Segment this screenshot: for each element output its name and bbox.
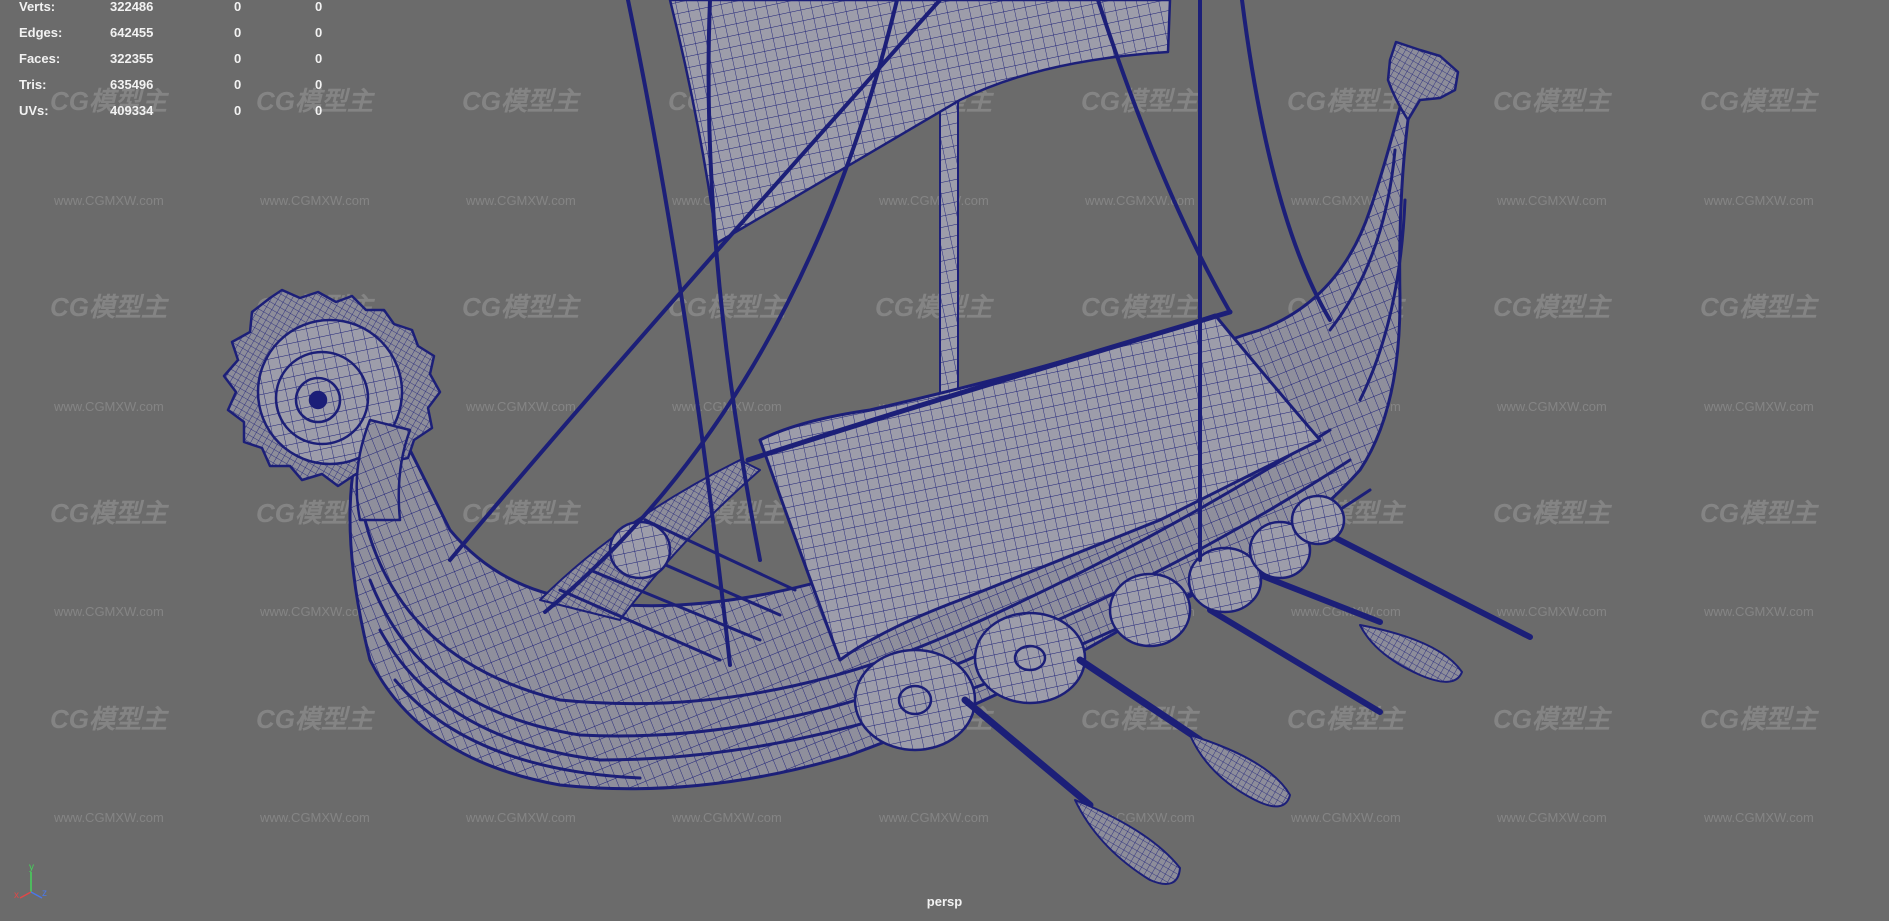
- hud-selected: 0: [234, 103, 242, 118]
- watermark-url: www.CGMXW.com: [53, 810, 164, 825]
- watermark-logo: CG模型主: [1700, 498, 1820, 528]
- watermark-url: www.CGMXW.com: [1496, 193, 1607, 208]
- watermark-url: www.CGMXW.com: [1703, 604, 1814, 619]
- watermark-url: www.CGMXW.com: [53, 399, 164, 414]
- watermark-url: www.CGMXW.com: [671, 810, 782, 825]
- watermark-url: www.CGMXW.com: [465, 810, 576, 825]
- watermark-url: www.CGMXW.com: [1703, 193, 1814, 208]
- hud-extra: 0: [315, 51, 323, 66]
- watermark-logo: CG模型主: [875, 292, 995, 322]
- watermark-logo: CG模型主: [256, 704, 376, 734]
- hud-total: 635496: [110, 77, 154, 92]
- watermark-logo: CG模型主: [1493, 86, 1613, 116]
- watermark-logo: CG模型主: [1700, 704, 1820, 734]
- watermark-url: www.CGMXW.com: [53, 193, 164, 208]
- watermark-logo: CG模型主: [50, 498, 170, 528]
- hud-total: 322486: [110, 0, 154, 14]
- watermark-logo: CG模型主: [1081, 292, 1201, 322]
- axis-y-label: y: [29, 862, 34, 873]
- hud-selected: 0: [234, 25, 242, 40]
- watermark-logo: CG模型主: [50, 292, 170, 322]
- watermark-logo: CG模型主: [1493, 498, 1613, 528]
- watermark-url: www.CGMXW.com: [1703, 399, 1814, 414]
- watermark-logo: CG模型主: [462, 86, 582, 116]
- watermark-url: www.CGMXW.com: [1290, 810, 1401, 825]
- hud-total: 322355: [110, 51, 154, 66]
- watermark-url: www.CGMXW.com: [1496, 399, 1607, 414]
- watermark-url: www.CGMXW.com: [1496, 810, 1607, 825]
- hud-extra: 0: [315, 77, 323, 92]
- watermark-logo: CG模型主: [50, 704, 170, 734]
- hud-total: 409334: [110, 103, 154, 118]
- watermark-url: www.CGMXW.com: [259, 604, 370, 619]
- watermark-url: www.CGMXW.com: [465, 193, 576, 208]
- watermark-url: www.CGMXW.com: [259, 810, 370, 825]
- hud-label: Faces:: [19, 51, 61, 66]
- watermark-logo: CG模型主: [462, 292, 582, 322]
- watermark-logo: CG模型主: [1700, 86, 1820, 116]
- oar-blade: [1189, 734, 1291, 808]
- watermark-url: www.CGMXW.com: [259, 193, 370, 208]
- hud-extra: 0: [315, 25, 323, 40]
- watermark-url: www.CGMXW.com: [1496, 604, 1607, 619]
- viking-ship-wireframe-model[interactable]: [222, 0, 1533, 885]
- hud-extra: 0: [315, 103, 323, 118]
- hud-selected: 0: [234, 51, 242, 66]
- stern-spiral: [222, 288, 442, 488]
- hud-total: 642455: [110, 25, 154, 40]
- hud-label: Verts:: [19, 0, 56, 14]
- watermark-url: www.CGMXW.com: [878, 193, 989, 208]
- watermark-logo: CG模型主: [1287, 86, 1407, 116]
- watermark-logo: CG模型主: [1493, 704, 1613, 734]
- hud-label: Edges:: [19, 25, 63, 40]
- viewport-3d[interactable]: CG模型主 CG模型主 CG模型主 CG模型主 www.CGMXW.com www.CGM…: [0, 0, 1889, 921]
- watermark-url: www.CGMXW.com: [465, 399, 576, 414]
- watermark-logo: CG模型主: [1700, 292, 1820, 322]
- oar-blade: [1359, 624, 1463, 683]
- watermark-logo: CG模型主: [1081, 86, 1201, 116]
- hud-label: UVs:: [19, 103, 49, 118]
- hud-label: Tris:: [19, 77, 47, 92]
- hud-extra: 0: [315, 0, 323, 14]
- watermark-url: www.CGMXW.com: [1703, 810, 1814, 825]
- hud-selected: 0: [234, 77, 242, 92]
- hud-selected: 0: [234, 0, 242, 14]
- watermark-logo: CG模型主: [1493, 292, 1613, 322]
- watermark-logo: CG模型主: [1287, 704, 1407, 734]
- watermark-url: www.CGMXW.com: [53, 604, 164, 619]
- watermark-url: www.CGMXW.com: [878, 810, 989, 825]
- camera-label: persp: [926, 894, 963, 909]
